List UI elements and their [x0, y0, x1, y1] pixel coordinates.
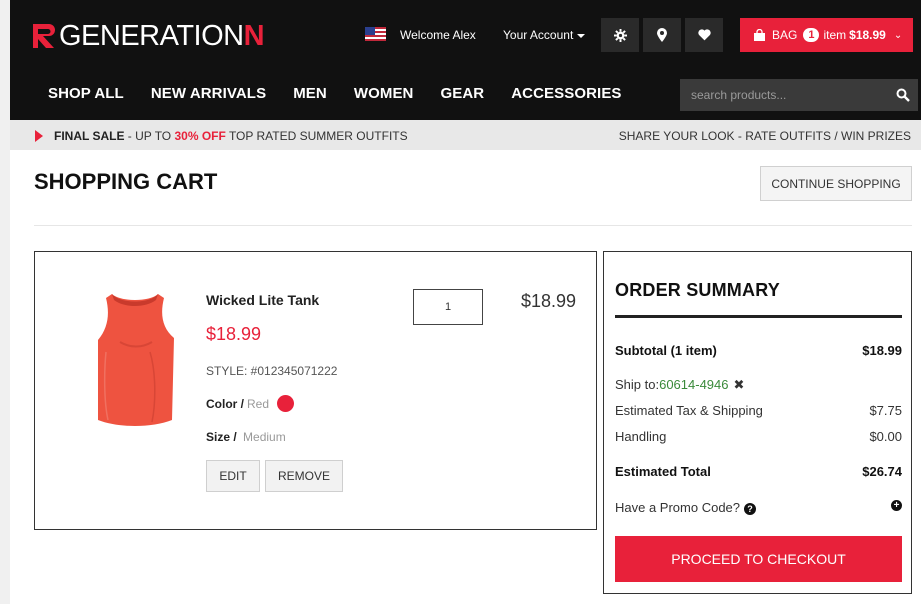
line-total: $18.99 — [521, 291, 577, 311]
account-menu[interactable]: Your Account — [503, 28, 586, 42]
welcome-text: Welcome Alex — [400, 28, 476, 42]
question-icon[interactable]: ? — [744, 502, 757, 515]
arrow-right-icon — [35, 130, 43, 142]
heart-icon — [697, 29, 711, 41]
color-label: Color / — [206, 396, 244, 411]
shopping-bag-button[interactable]: BAG 1 item $18.99 ⌄ — [740, 18, 913, 52]
ship-to-row: Ship to: 60614-4946 ✖ — [615, 377, 902, 393]
promo-share-link[interactable]: SHARE YOUR LOOK - RATE OUTFITS / WIN PRI… — [619, 129, 911, 143]
gear-icon — [613, 28, 627, 42]
settings-button[interactable] — [601, 18, 639, 52]
nav-accessories-link[interactable]: ACCESSORIES — [511, 85, 621, 102]
page: GENERATIONN Welcome Alex Your Account BA… — [10, 0, 921, 604]
search-input[interactable] — [680, 79, 880, 111]
promo-code-label: Have a Promo Code? — [615, 500, 741, 515]
product-style: STYLE: #012345071222 — [206, 364, 338, 378]
nav-women-link[interactable]: WOMEN — [354, 85, 414, 102]
subtotal-label: Subtotal (1 item) — [615, 343, 717, 358]
logo-mark-icon — [33, 24, 55, 48]
cart-item: Wicked Lite Tank $18.99 STYLE: #01234507… — [34, 251, 597, 530]
quantity-input[interactable] — [413, 289, 483, 325]
size-value: Medium — [243, 430, 286, 444]
brand-name: GENERATIONN — [59, 19, 265, 52]
nav-new-arrivals-link[interactable]: NEW ARRIVALS — [151, 85, 266, 102]
tax-value: $7.75 — [869, 403, 902, 418]
remove-button[interactable]: REMOVE — [265, 460, 343, 492]
bag-count-badge: 1 — [803, 28, 820, 42]
ship-zip[interactable]: 60614-4946 — [659, 377, 728, 393]
size-label: Size / — [206, 430, 237, 444]
edit-button[interactable]: EDIT — [206, 460, 260, 492]
color-swatch — [277, 395, 295, 412]
order-summary: ORDER SUMMARY Subtotal (1 item) $18.99 S… — [603, 251, 912, 594]
product-price: $18.99 — [206, 324, 262, 344]
nav-gear-link[interactable]: GEAR — [441, 85, 485, 102]
map-pin-icon — [657, 28, 667, 42]
tax-row: Estimated Tax & Shipping $7.75 — [615, 403, 902, 418]
search-icon[interactable] — [896, 88, 910, 102]
continue-shopping-button[interactable]: CONTINUE SHOPPING — [760, 166, 912, 201]
promo-code-row[interactable]: Have a Promo Code?? + — [615, 500, 902, 515]
bag-items-text: item — [823, 28, 847, 42]
handling-row: Handling $0.00 — [615, 429, 902, 444]
ship-label: Ship to: — [615, 377, 660, 392]
handling-label: Handling — [615, 429, 667, 444]
promo-banner: FINAL SALE - UP TO 30% OFF TOP RATED SUM… — [10, 120, 921, 150]
close-icon[interactable]: ✖ — [734, 377, 745, 393]
bag-label: BAG — [772, 28, 798, 42]
top-header: GENERATIONN Welcome Alex Your Account BA… — [10, 0, 921, 75]
tax-label: Estimated Tax & Shipping — [615, 403, 763, 418]
us-flag-icon[interactable] — [365, 27, 386, 41]
shopping-bag-icon — [754, 29, 765, 41]
total-row: Estimated Total $26.74 — [615, 464, 902, 479]
nav-men-link[interactable]: MEN — [293, 85, 327, 102]
checkout-button[interactable]: PROCEED TO CHECKOUT — [615, 536, 902, 582]
chevron-down-icon: ⌄ — [893, 29, 903, 41]
page-title: SHOPPING CART — [34, 169, 218, 194]
color-value: Red — [247, 396, 270, 411]
main-nav-links: SHOP ALL NEW ARRIVALS MEN WOMEN GEAR ACC… — [48, 85, 649, 102]
product-color: Color / Red — [206, 395, 295, 412]
summary-title: ORDER SUMMARY — [615, 280, 780, 300]
subtotal-value: $18.99 — [862, 343, 902, 358]
wishlist-button[interactable] — [685, 18, 723, 52]
product-size: Size / Medium — [206, 430, 286, 444]
product-name[interactable]: Wicked Lite Tank — [206, 292, 319, 308]
bag-total: $18.99 — [849, 28, 886, 42]
store-locator-button[interactable] — [643, 18, 681, 52]
subtotal-row: Subtotal (1 item) $18.99 — [615, 343, 902, 358]
total-value: $26.74 — [862, 464, 902, 479]
plus-icon[interactable]: + — [891, 500, 902, 511]
divider — [34, 225, 912, 226]
promo-sale-link[interactable]: FINAL SALE - UP TO 30% OFF TOP RATED SUM… — [54, 129, 408, 143]
caret-down-icon — [577, 33, 586, 38]
nav-shop-all-link[interactable]: SHOP ALL — [48, 85, 124, 102]
search-box — [680, 79, 918, 111]
total-label: Estimated Total — [615, 464, 711, 479]
product-image[interactable] — [90, 292, 180, 430]
brand-logo[interactable]: GENERATIONN — [32, 19, 265, 52]
summary-divider — [615, 315, 902, 318]
handling-value: $0.00 — [869, 429, 902, 444]
